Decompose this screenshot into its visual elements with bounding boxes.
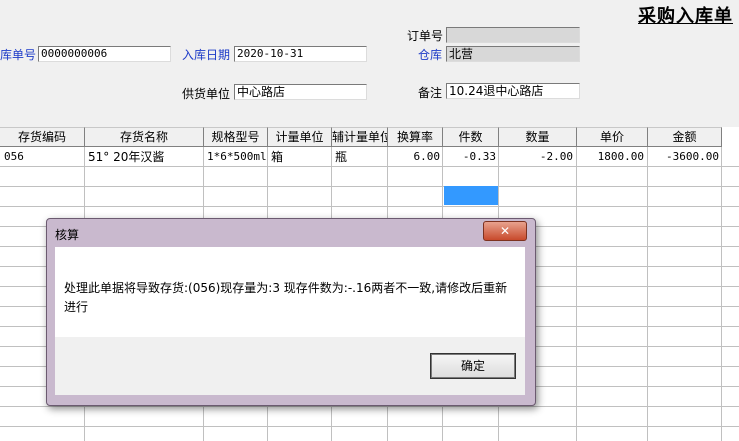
order-no-label: 订单号	[407, 29, 444, 43]
ok-button[interactable]: 确定	[430, 353, 516, 379]
supplier-label: 供货单位	[182, 87, 231, 101]
doc-no-field[interactable]: 0000000006	[38, 46, 171, 62]
col-header-pieces[interactable]: 件数	[443, 127, 499, 147]
grid-line	[576, 147, 577, 441]
in-date-field[interactable]: 2020-10-31	[234, 46, 367, 62]
warehouse-field[interactable]: 北营	[446, 46, 580, 62]
col-header-spec[interactable]: 规格型号	[204, 127, 268, 147]
col-header-rate[interactable]: 换算率	[388, 127, 443, 147]
cell-spec[interactable]: 1*6*500ml	[207, 148, 267, 166]
cell-amount[interactable]: -3600.00	[649, 148, 719, 166]
cell-pieces[interactable]: -0.33	[444, 148, 496, 166]
in-date-label: 入库日期	[182, 48, 231, 62]
col-header-price[interactable]: 单价	[577, 127, 648, 147]
order-no-field[interactable]	[446, 27, 580, 43]
document-title: 采购入库单	[638, 6, 733, 27]
accounting-dialog: 核算 ✕ 处理此单据将导致存货:(056)现存量为:3 现存件数为:-.16两者…	[46, 218, 536, 406]
supplier-field[interactable]: 中心路店	[234, 84, 367, 100]
dialog-message: 处理此单据将导致存货:(056)现存量为:3 现存件数为:-.16两者不一致,请…	[64, 281, 508, 314]
remark-field[interactable]: 10.24退中心路店	[446, 83, 580, 99]
grid-line	[721, 147, 722, 441]
col-header-name[interactable]: 存货名称	[85, 127, 204, 147]
cell-aux-unit[interactable]: 瓶	[335, 148, 385, 166]
selected-cell[interactable]	[444, 186, 498, 205]
doc-no-label: 库单号	[0, 48, 37, 62]
col-header-qty[interactable]: 数量	[499, 127, 577, 147]
dialog-title: 核算	[55, 228, 80, 242]
remark-label: 备注	[418, 86, 443, 100]
document-header: 采购入库单 订单号 库单号 0000000006 入库日期 2020-10-31…	[0, 0, 739, 127]
cell-price[interactable]: 1800.00	[578, 148, 644, 166]
grid-line	[0, 406, 739, 407]
col-header-aux-unit[interactable]: 辅计量单位	[332, 127, 388, 147]
cell-name[interactable]: 51° 20年汉酱	[88, 148, 202, 166]
grid-line	[0, 186, 739, 187]
col-header-unit[interactable]: 计量单位	[268, 127, 332, 147]
cell-unit[interactable]: 箱	[271, 148, 329, 166]
cell-code[interactable]: 056	[4, 148, 82, 166]
warehouse-label: 仓库	[418, 48, 443, 62]
cell-qty[interactable]: -2.00	[500, 148, 573, 166]
col-header-code[interactable]: 存货编码	[0, 127, 85, 147]
close-icon[interactable]: ✕	[483, 221, 527, 241]
col-header-amount[interactable]: 金额	[648, 127, 722, 147]
dialog-footer: 确定	[55, 337, 525, 395]
cell-rate[interactable]: 6.00	[390, 148, 441, 166]
dialog-body: 处理此单据将导致存货:(056)现存量为:3 现存件数为:-.16两者不一致,请…	[55, 247, 525, 337]
grid-line	[0, 166, 739, 167]
grid-line	[647, 147, 648, 441]
grid-line	[0, 206, 739, 207]
grid-line	[0, 426, 739, 427]
